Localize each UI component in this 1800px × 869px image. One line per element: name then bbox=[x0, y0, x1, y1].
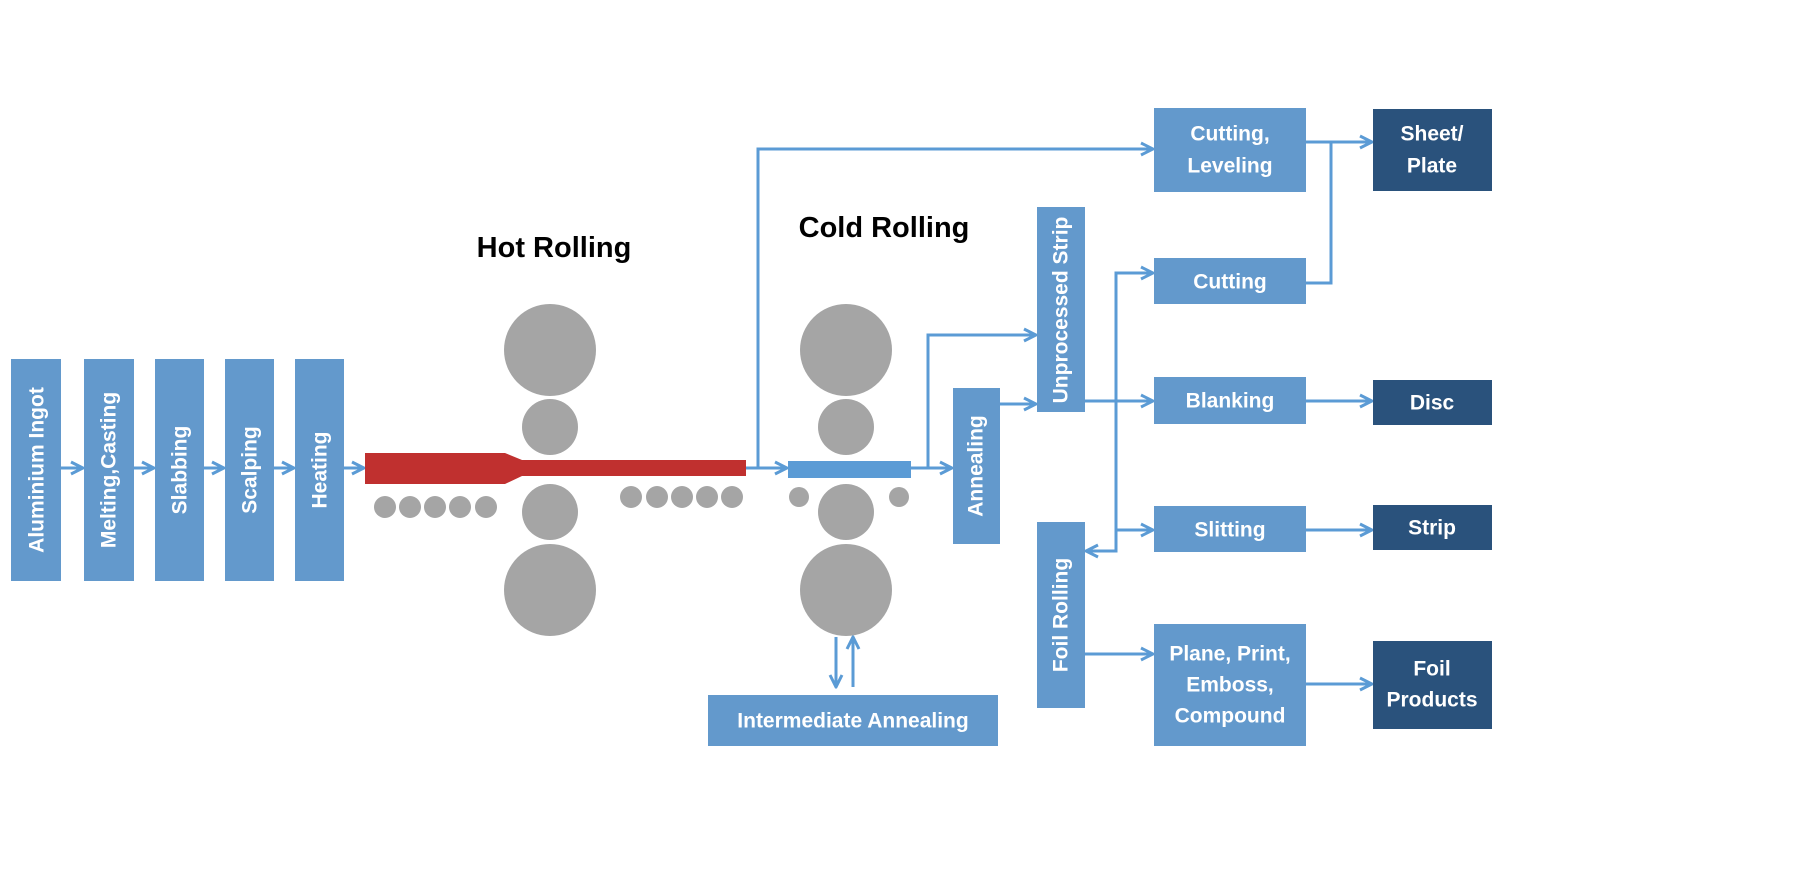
svg-text:Cutting: Cutting bbox=[1193, 271, 1266, 294]
cold-rolling-title: Cold Rolling bbox=[799, 212, 970, 244]
cold-strip bbox=[788, 461, 911, 478]
aluminium-process-diagram: Hot Rolling Cold Rolling Aluminium Ingot… bbox=[11, 108, 1492, 746]
svg-text:Plane, Print,: Plane, Print, bbox=[1169, 643, 1290, 666]
svg-text:Aluminium Ingot: Aluminium Ingot bbox=[26, 387, 49, 553]
svg-text:Plate: Plate bbox=[1407, 155, 1457, 178]
svg-text:Compound: Compound bbox=[1175, 705, 1286, 728]
svg-text:Disc: Disc bbox=[1410, 392, 1455, 415]
svg-text:Sheet/: Sheet/ bbox=[1400, 123, 1463, 146]
svg-text:Slabbing: Slabbing bbox=[169, 426, 192, 515]
step-melting: Melting,Casting bbox=[84, 359, 134, 581]
step-foil-rolling: Foil Rolling bbox=[1037, 522, 1085, 708]
svg-text:Annealing: Annealing bbox=[965, 415, 988, 517]
svg-text:Intermediate Annealing: Intermediate Annealing bbox=[737, 710, 968, 733]
step-annealing: Annealing bbox=[953, 388, 1000, 544]
step-plane-print-emboss: Plane, Print, Emboss, Compound bbox=[1154, 624, 1306, 746]
product-foil: Foil Products bbox=[1373, 641, 1492, 729]
hot-rolling-title: Hot Rolling bbox=[477, 232, 632, 264]
svg-text:Scalping: Scalping bbox=[239, 426, 262, 514]
step-heating: Heating bbox=[295, 359, 344, 581]
svg-text:Slitting: Slitting bbox=[1194, 519, 1265, 542]
step-cutting-leveling: Cutting, Leveling bbox=[1154, 108, 1306, 192]
product-sheet-plate: Sheet/ Plate bbox=[1373, 109, 1492, 191]
step-scalping: Scalping bbox=[225, 359, 274, 581]
step-slitting: Slitting bbox=[1154, 506, 1306, 552]
svg-text:Unprocessed Strip: Unprocessed Strip bbox=[1050, 217, 1073, 404]
step-blanking: Blanking bbox=[1154, 377, 1306, 424]
svg-text:Strip: Strip bbox=[1408, 517, 1456, 540]
step-slabbing: Slabbing bbox=[155, 359, 204, 581]
svg-text:Products: Products bbox=[1386, 689, 1477, 712]
step-intermediate-annealing: Intermediate Annealing bbox=[708, 695, 998, 746]
svg-text:Melting,Casting: Melting,Casting bbox=[98, 392, 121, 548]
step-unprocessed-strip: Unprocessed Strip bbox=[1037, 207, 1085, 412]
hot-slab bbox=[365, 453, 746, 484]
svg-text:Emboss,: Emboss, bbox=[1186, 674, 1274, 697]
product-strip: Strip bbox=[1373, 505, 1492, 550]
product-disc: Disc bbox=[1373, 380, 1492, 425]
step-ingot: Aluminium Ingot bbox=[11, 359, 61, 581]
step-cutting: Cutting bbox=[1154, 258, 1306, 304]
svg-text:Cutting,: Cutting, bbox=[1190, 123, 1269, 146]
svg-text:Foil Rolling: Foil Rolling bbox=[1050, 558, 1073, 672]
svg-text:Blanking: Blanking bbox=[1186, 390, 1275, 413]
svg-text:Heating: Heating bbox=[309, 431, 332, 508]
svg-text:Leveling: Leveling bbox=[1187, 155, 1272, 178]
svg-text:Foil: Foil bbox=[1413, 658, 1450, 681]
